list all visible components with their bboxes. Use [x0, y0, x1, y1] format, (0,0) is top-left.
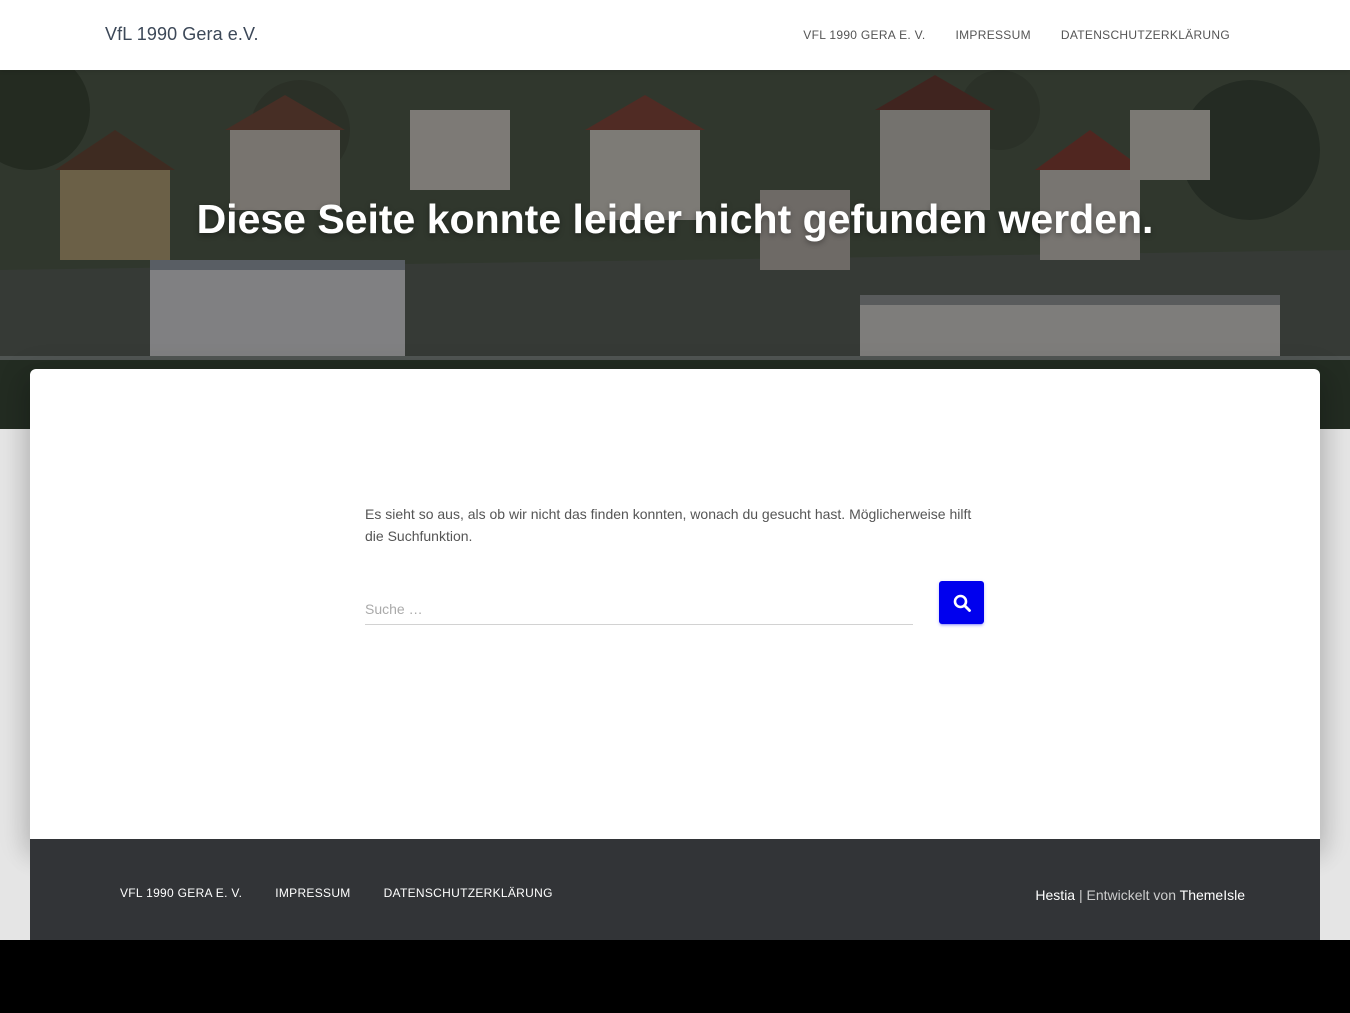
- nav-item-datenschutz[interactable]: Datenschutzerklärung: [1061, 28, 1230, 42]
- developed-by-text: Entwickelt von: [1086, 887, 1180, 903]
- footer-menu: VfL 1990 Gera e. V. Impressum Datenschut…: [120, 886, 553, 900]
- top-navbar: VfL 1990 Gera e.V. VfL 1990 Gera e. V. I…: [0, 0, 1350, 70]
- search-submit-button[interactable]: [939, 581, 984, 624]
- nav-item-home[interactable]: VfL 1990 Gera e. V.: [803, 28, 925, 42]
- not-found-message: Es sieht so aus, als ob wir nicht das fi…: [365, 506, 972, 544]
- footer-item-home[interactable]: VfL 1990 Gera e. V.: [120, 886, 242, 900]
- footer-item-impressum[interactable]: Impressum: [275, 886, 350, 900]
- main-content-card: Es sieht so aus, als ob wir nicht das fi…: [30, 369, 1320, 839]
- nav-item-impressum[interactable]: Impressum: [956, 28, 1031, 42]
- site-brand-link[interactable]: VfL 1990 Gera e.V.: [105, 24, 259, 45]
- search-form: [365, 581, 985, 625]
- footer-item-datenschutz[interactable]: Datenschutzerklärung: [384, 886, 553, 900]
- author-link[interactable]: ThemeIsle: [1180, 887, 1245, 903]
- not-found-content: Es sieht so aus, als ob wir nicht das fi…: [365, 503, 985, 625]
- footer-copyright: Hestia | Entwickelt von ThemeIsle: [1035, 887, 1245, 903]
- site-footer: VfL 1990 Gera e. V. Impressum Datenschut…: [30, 839, 1320, 940]
- theme-name: Hestia: [1035, 887, 1076, 903]
- page-title: Diese Seite konnte leider nicht gefunden…: [196, 196, 1154, 242]
- search-input[interactable]: [365, 593, 913, 625]
- copyright-separator: |: [1075, 887, 1087, 903]
- primary-menu: VfL 1990 Gera e. V. Impressum Datenschut…: [803, 28, 1230, 42]
- page: VfL 1990 Gera e.V. VfL 1990 Gera e. V. I…: [0, 0, 1350, 940]
- search-icon: [953, 594, 971, 612]
